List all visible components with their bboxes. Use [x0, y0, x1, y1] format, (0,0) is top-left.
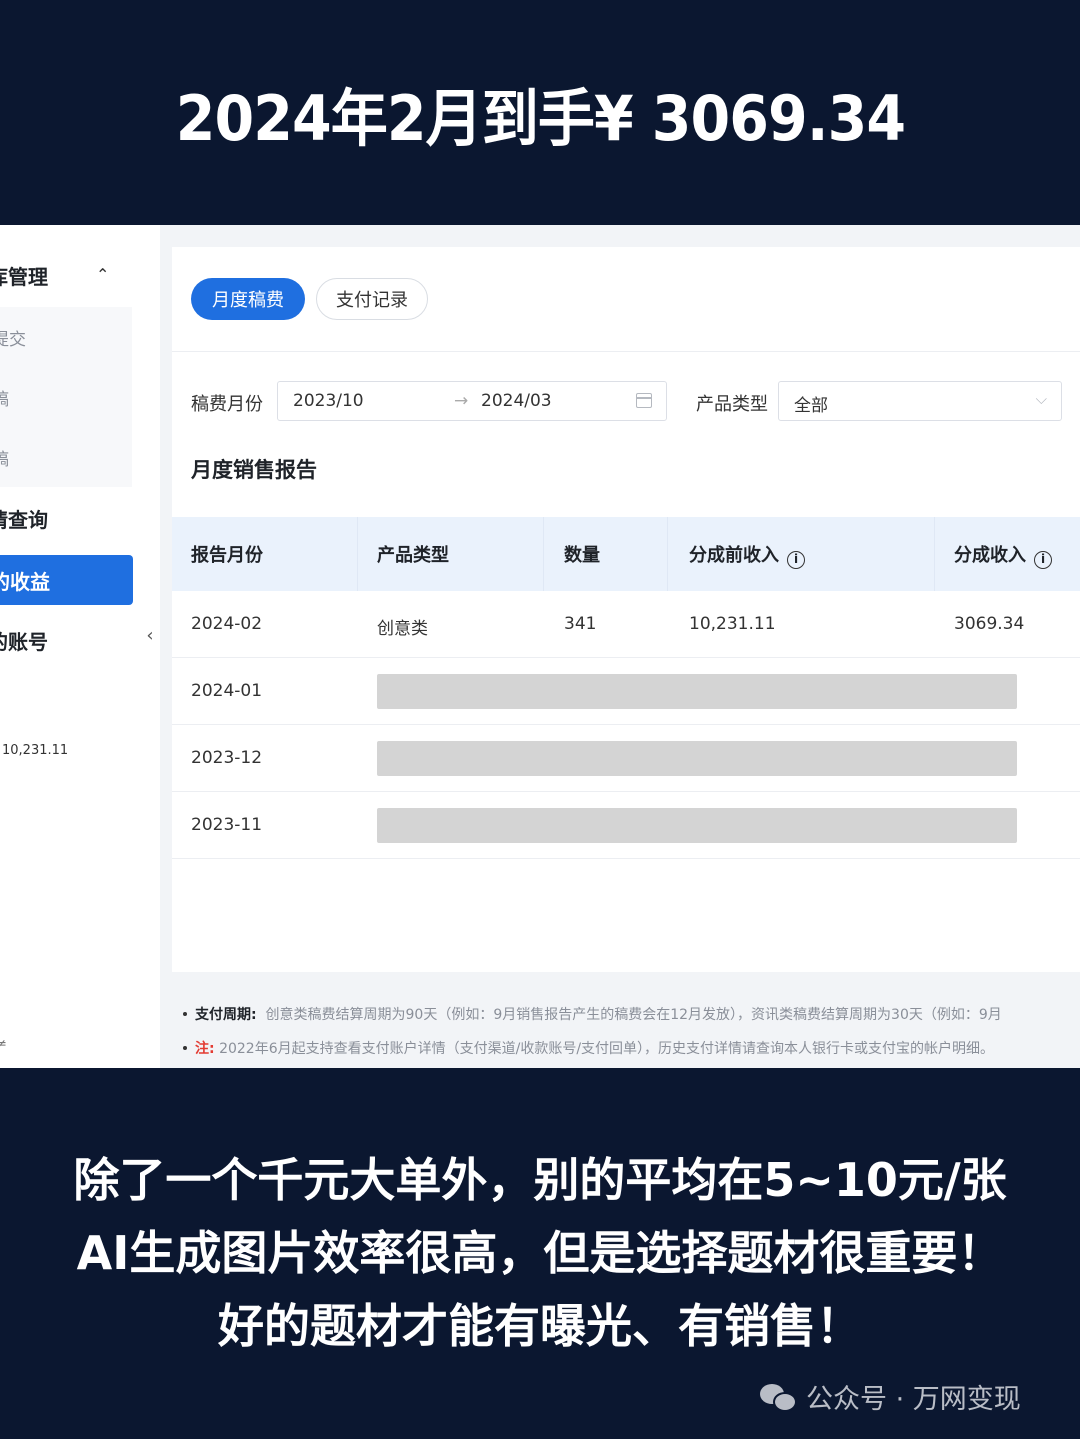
product-type-label: 产品类型 — [696, 394, 768, 415]
table-row[interactable]: 2024-02 创意类 341 10,231.11 3069.34 — [172, 591, 1080, 658]
product-type-select[interactable]: 全部 ⌵ — [778, 381, 1062, 421]
header-pre-share-income: 分成前收入 i — [689, 541, 805, 569]
bullet-icon — [183, 1046, 187, 1050]
arrow-right-icon: → — [454, 391, 469, 411]
header-report-month: 报告月份 — [191, 545, 263, 566]
note-text: 2022年6月起支持查看支付账户详情（支付渠道/收款账号/支付回单），历史支付详… — [219, 1041, 995, 1057]
cell-month: 2024-02 — [191, 614, 263, 634]
sidebar-item-label: 的收益 — [0, 569, 50, 594]
sidebar: 库管理 ⌃ 提交 稿 稿 情查询 的收益 的账号 10,231.11 ≠ — [0, 225, 160, 1068]
note-text: 创意类稿费结算周期为90天（例如：9月销售报告产生的稿费会在12月发放），资讯类… — [265, 1007, 1002, 1023]
month-range-label: 稿费月份 — [191, 394, 263, 415]
sidebar-section-label: 库管理 — [0, 264, 48, 289]
sidebar-sub-label: 稿 — [0, 449, 9, 470]
table-row[interactable]: 2024-01 — [172, 658, 1080, 725]
header-product-type: 产品类型 — [377, 545, 449, 566]
redaction-bar — [377, 674, 1017, 709]
content-card: 月度稿费 支付记录 稿费月份 2023/10 → 2024/03 产品类型 全部… — [172, 247, 1080, 972]
cell-share-income: 3069.34 — [954, 614, 1025, 634]
note-payment-cycle: 支付周期: 创意类稿费结算周期为90天（例如：9月销售报告产生的稿费会在12月发… — [183, 1004, 1002, 1024]
product-type-value: 全部 — [794, 396, 828, 416]
cell-pre-share-income: 10,231.11 — [689, 614, 776, 634]
calendar-icon — [636, 393, 652, 408]
wechat-icon — [760, 1382, 798, 1412]
note-label: 注: — [195, 1041, 215, 1057]
cell-month: 2023-12 — [191, 748, 263, 768]
sidebar-sub-item-2[interactable]: 稿 — [0, 367, 132, 427]
sidebar-sub-label: 稿 — [0, 389, 9, 410]
banner-title: 2024年2月到手¥ 3069.34 — [175, 81, 905, 155]
month-start-value[interactable]: 2023/10 — [293, 391, 364, 411]
sidebar-sub-label: 提交 — [0, 329, 26, 350]
header-separator — [357, 517, 358, 591]
header-label: 分成收入 — [954, 545, 1026, 566]
top-banner: 2024年2月到手¥ 3069.34 — [0, 0, 1080, 225]
bullet-icon — [183, 1012, 187, 1016]
collapse-sidebar-button[interactable]: ‹ — [140, 595, 160, 675]
watermark-text: 公众号 · 万网变现 — [806, 1384, 1021, 1415]
cell-product-type: 创意类 — [377, 619, 428, 639]
sidebar-sub-item-submit[interactable]: 提交 — [0, 307, 132, 367]
header-separator — [934, 517, 935, 591]
table-row[interactable]: 2023-11 — [172, 792, 1080, 859]
sidebar-item-account[interactable]: 的账号 — [0, 615, 140, 665]
watermark: 公众号 · 万网变现 — [760, 1377, 1021, 1416]
month-end-value[interactable]: 2024/03 — [481, 391, 552, 411]
report-title: 月度销售报告 — [191, 458, 317, 482]
info-icon[interactable]: i — [787, 551, 805, 569]
caption-line-1: 除了一个千元大单外，别的平均在5~10元/张 — [73, 1153, 1007, 1207]
sidebar-footer-text: ≠ — [0, 1037, 7, 1052]
sidebar-item-query[interactable]: 情查询 — [0, 493, 140, 543]
sidebar-item-earnings[interactable]: 的收益 — [0, 555, 133, 605]
header-separator — [543, 517, 544, 591]
tab-payment-records[interactable]: 支付记录 — [316, 278, 428, 320]
header-share-income: 分成收入 i — [954, 541, 1052, 569]
chevron-up-icon[interactable]: ⌃ — [96, 265, 109, 284]
caption-line-3: 好的题材才能有曝光、有销售！ — [218, 1299, 862, 1353]
header-separator — [667, 517, 668, 591]
cell-quantity: 341 — [564, 614, 597, 634]
caption-line-2: AI生成图片效率很高，但是选择题材很重要！ — [76, 1226, 1004, 1280]
chevron-down-icon: ⌵ — [1035, 390, 1047, 408]
cell-month: 2024-01 — [191, 681, 263, 701]
sidebar-amount: 10,231.11 — [2, 743, 69, 758]
month-range-picker[interactable]: 2023/10 → 2024/03 — [277, 381, 667, 421]
screenshot-panel: 库管理 ⌃ 提交 稿 稿 情查询 的收益 的账号 10,231.11 ≠ ‹ 月… — [0, 225, 1080, 1068]
note-account-details: 注: 2022年6月起支持查看支付账户详情（支付渠道/收款账号/支付回单），历史… — [183, 1038, 994, 1058]
info-icon[interactable]: i — [1034, 551, 1052, 569]
cell-month: 2023-11 — [191, 815, 263, 835]
divider — [172, 351, 1080, 352]
sidebar-section-library[interactable]: 库管理 — [0, 250, 140, 300]
header-quantity: 数量 — [564, 545, 600, 566]
redaction-bar — [377, 741, 1017, 776]
redaction-bar — [377, 808, 1017, 843]
sidebar-item-label: 的账号 — [0, 629, 48, 654]
sidebar-sub-item-3[interactable]: 稿 — [0, 427, 132, 487]
note-label: 支付周期: — [195, 1007, 257, 1023]
table-row[interactable]: 2023-12 — [172, 725, 1080, 792]
header-label: 分成前收入 — [689, 545, 779, 566]
tab-monthly-fee[interactable]: 月度稿费 — [191, 278, 305, 320]
chevron-left-icon: ‹ — [146, 624, 154, 646]
sidebar-item-label: 情查询 — [0, 507, 48, 532]
table-header: 报告月份 产品类型 数量 分成前收入 i 分成收入 i — [172, 517, 1080, 591]
